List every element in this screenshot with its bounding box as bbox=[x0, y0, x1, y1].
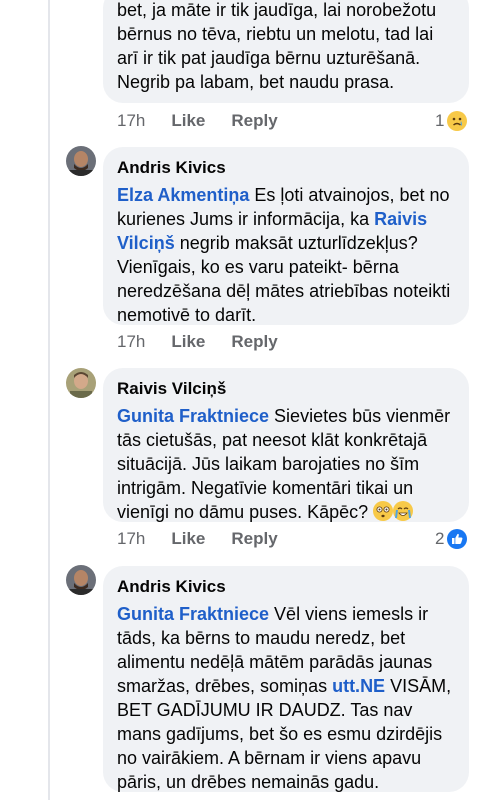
reaction-count: 1 bbox=[435, 111, 445, 130]
comment-bubble: bet, ja māte ir tik jaudīga, lai norobež… bbox=[103, 0, 469, 103]
sad-emoji-icon bbox=[447, 111, 468, 131]
comment-author[interactable]: Andris Kivics bbox=[117, 576, 455, 598]
comment-text: Elza Akmentiņa Es ļoti atvainojos, bet n… bbox=[117, 183, 455, 327]
reply-button[interactable]: Reply bbox=[231, 332, 277, 352]
reaction-count: 2 bbox=[435, 529, 445, 548]
timestamp[interactable]: 17h bbox=[117, 529, 145, 549]
reaction-summary[interactable]: 1 bbox=[435, 111, 468, 131]
like-button[interactable]: Like bbox=[171, 529, 205, 549]
comment-actions: 17h Like Reply bbox=[117, 529, 278, 549]
comment-line: bet, ja māte ir tik jaudīga, lai norobež… bbox=[117, 0, 437, 20]
comment-bubble: Andris Kivics Elza Akmentiņa Es ļoti atv… bbox=[103, 147, 469, 325]
mention-link[interactable]: Gunita Fraktniece bbox=[117, 604, 269, 624]
comment-bubble: Andris Kivics Gunita Fraktniece Vēl vien… bbox=[103, 566, 469, 792]
hashtag-link[interactable]: utt.NE bbox=[332, 676, 385, 696]
comment-bubble: Raivis Vilciņš Gunita Fraktniece Sieviet… bbox=[103, 368, 469, 522]
comment-author[interactable]: Andris Kivics bbox=[117, 157, 455, 179]
comment-line: arī ir tik pat jaudīga bērnu uzturēšanā. bbox=[117, 48, 421, 68]
reply-button[interactable]: Reply bbox=[231, 111, 277, 131]
comment-actions: 17h Like Reply bbox=[117, 111, 278, 131]
comment-line: Negrib pa labam, bet naudu prasa. bbox=[117, 72, 395, 92]
mention-link[interactable]: Elza Akmentiņa bbox=[117, 185, 249, 205]
comment-text: Gunita Fraktniece Vēl viens iemesls ir t… bbox=[117, 602, 455, 794]
timestamp[interactable]: 17h bbox=[117, 111, 145, 131]
thread-line bbox=[48, 0, 50, 800]
reply-button[interactable]: Reply bbox=[231, 529, 277, 549]
mention-link[interactable]: Gunita Fraktniece bbox=[117, 406, 269, 426]
comment-text: Gunita Fraktniece Sievietes būs vienmēr … bbox=[117, 404, 455, 524]
like-button[interactable]: Like bbox=[171, 332, 205, 352]
comment-line: bērnus no tēva, riebtu un melotu, tad la… bbox=[117, 24, 434, 44]
avatar[interactable] bbox=[66, 368, 96, 398]
avatar[interactable] bbox=[66, 146, 96, 176]
avatar[interactable] bbox=[66, 565, 96, 595]
timestamp[interactable]: 17h bbox=[117, 332, 145, 352]
reaction-summary[interactable]: 2 bbox=[435, 529, 468, 549]
like-button[interactable]: Like bbox=[171, 111, 205, 131]
comment-author[interactable]: Raivis Vilciņš bbox=[117, 378, 455, 400]
crying-emoji-icon bbox=[393, 501, 414, 521]
comment-actions: 17h Like Reply bbox=[117, 332, 278, 352]
like-reaction-icon bbox=[447, 529, 468, 549]
flushed-emoji-icon bbox=[373, 501, 394, 521]
